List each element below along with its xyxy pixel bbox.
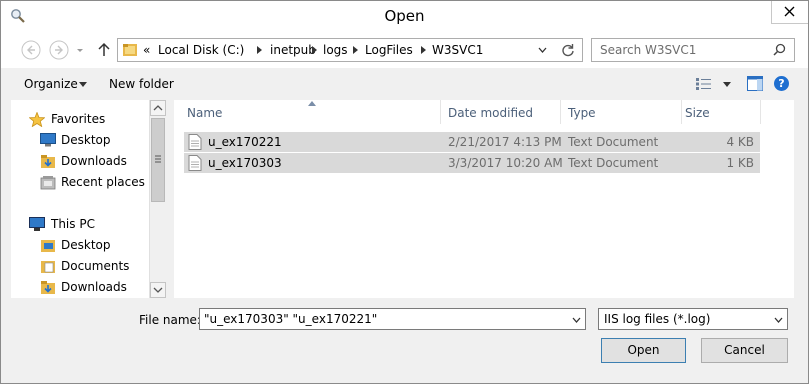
- file-type-select[interactable]: IIS log files (*.log): [598, 308, 788, 330]
- refresh-icon[interactable]: [561, 43, 575, 57]
- desktop-icon: [40, 133, 56, 147]
- open-button[interactable]: Open: [601, 338, 686, 363]
- open-dialog: Open « Local Disk (C:) inetpub logs LogF…: [0, 0, 809, 384]
- file-type: Text Document: [568, 156, 659, 170]
- text-document-icon: [188, 134, 202, 150]
- navigation-scrollbar[interactable]: [149, 100, 167, 298]
- chevron-right-icon[interactable]: [353, 46, 358, 54]
- chevron-down-icon: [153, 287, 163, 293]
- file-type: Text Document: [568, 135, 659, 149]
- grip-icon: [155, 155, 161, 163]
- new-folder-button[interactable]: New folder: [109, 77, 174, 91]
- close-button[interactable]: [771, 1, 808, 24]
- column-header-name-label: Name: [187, 106, 223, 120]
- file-name-field[interactable]: "u_ex170303" "u_ex170221": [199, 308, 586, 330]
- organize-button[interactable]: Organize: [24, 77, 78, 91]
- preview-pane-icon[interactable]: [747, 76, 763, 91]
- scroll-up-button[interactable]: [150, 100, 166, 116]
- file-name: u_ex170303: [208, 156, 282, 170]
- file-list: Name Date modified Type Size u_ex170221 …: [174, 100, 794, 298]
- back-icon[interactable]: [20, 39, 42, 61]
- recent-locations-dropdown-icon[interactable]: [75, 39, 85, 61]
- recent-places-icon: [40, 176, 56, 190]
- crumb-w3svc1[interactable]: W3SVC1: [432, 43, 483, 57]
- navigation-bar: « Local Disk (C:) inetpub logs LogFiles …: [1, 32, 808, 68]
- address-bar[interactable]: « Local Disk (C:) inetpub logs LogFiles …: [117, 38, 583, 62]
- crumb-local-disk[interactable]: Local Disk (C:): [158, 43, 244, 57]
- chevron-down-icon[interactable]: [572, 317, 581, 323]
- scroll-down-button[interactable]: [150, 282, 166, 298]
- file-name-value: "u_ex170303" "u_ex170221": [204, 312, 378, 326]
- desktop-folder-icon: [41, 240, 55, 252]
- nav-this-pc[interactable]: This PC: [11, 214, 151, 234]
- search-input[interactable]: Search W3SVC1: [591, 38, 795, 62]
- scrollbar-thumb[interactable]: [151, 118, 165, 202]
- chevron-down-icon[interactable]: [538, 47, 547, 53]
- star-icon: [29, 112, 45, 127]
- nav-documents-label: Documents: [61, 259, 130, 273]
- file-name: u_ex170221: [208, 135, 282, 149]
- nav-pc-desktop[interactable]: Desktop: [11, 235, 151, 255]
- cancel-button[interactable]: Cancel: [701, 338, 788, 363]
- column-header-date-label: Date modified: [448, 106, 534, 120]
- column-header-name[interactable]: Name: [174, 100, 441, 124]
- nav-favorites[interactable]: Favorites: [11, 109, 151, 129]
- window-title: Open: [384, 7, 425, 25]
- nav-pc-desktop-label: Desktop: [61, 238, 111, 252]
- nav-this-pc-label: This PC: [51, 217, 95, 231]
- crumb-logs[interactable]: logs: [323, 43, 348, 57]
- file-type-value: IIS log files (*.log): [604, 312, 711, 326]
- chevron-up-icon: [153, 105, 163, 111]
- documents-icon: [41, 261, 55, 273]
- text-document-icon: [188, 155, 202, 171]
- nav-favorites-label: Favorites: [51, 112, 106, 126]
- downloads-icon: [41, 281, 55, 294]
- chevron-right-icon[interactable]: [312, 46, 317, 54]
- search-placeholder: Search W3SVC1: [600, 43, 697, 57]
- chevron-down-icon[interactable]: [79, 82, 87, 87]
- nav-documents[interactable]: Documents: [11, 256, 151, 276]
- address-overflow[interactable]: «: [143, 43, 150, 57]
- view-options-icon[interactable]: [696, 78, 712, 90]
- chevron-right-icon[interactable]: [421, 46, 426, 54]
- column-header-size-label: Size: [685, 106, 710, 120]
- file-name-label: File name:: [139, 313, 201, 327]
- crumb-inetpub[interactable]: inetpub: [270, 43, 316, 57]
- command-bar: Organize New folder ?: [1, 68, 808, 100]
- nav-recent-places[interactable]: Recent places: [11, 172, 151, 192]
- sort-ascending-icon: [308, 101, 316, 106]
- file-date: 2/21/2017 4:13 PM: [448, 135, 562, 149]
- folder-icon: [123, 44, 137, 56]
- file-size: 4 KB: [726, 135, 754, 149]
- help-icon[interactable]: ?: [774, 76, 789, 91]
- column-header-date[interactable]: Date modified: [435, 100, 561, 124]
- chevron-down-icon: [774, 317, 783, 323]
- title-bar[interactable]: Open: [1, 1, 808, 32]
- nav-desktop[interactable]: Desktop: [11, 130, 151, 150]
- file-date: 3/3/2017 10:20 AM: [448, 156, 563, 170]
- nav-downloads-label: Downloads: [61, 154, 127, 168]
- up-arrow-icon[interactable]: [96, 39, 112, 61]
- column-header-size[interactable]: Size: [672, 100, 761, 124]
- chevron-down-icon[interactable]: [723, 82, 731, 87]
- file-size: 1 KB: [726, 156, 754, 170]
- crumb-logfiles[interactable]: LogFiles: [365, 43, 413, 57]
- column-header-type-label: Type: [568, 106, 596, 120]
- nav-recent-places-label: Recent places: [61, 175, 145, 189]
- navigation-pane: Favorites Desktop Downloads Recent place…: [11, 100, 166, 298]
- chevron-right-icon[interactable]: [257, 46, 262, 54]
- column-header-type[interactable]: Type: [555, 100, 682, 124]
- downloads-icon: [41, 155, 55, 168]
- nav-pc-downloads-label: Downloads: [61, 280, 127, 294]
- nav-desktop-label: Desktop: [61, 133, 111, 147]
- forward-icon[interactable]: [48, 39, 70, 61]
- computer-icon: [29, 217, 45, 231]
- nav-pc-downloads[interactable]: Downloads: [11, 277, 151, 297]
- file-row[interactable]: u_ex170303 3/3/2017 10:20 AM Text Docume…: [184, 153, 760, 173]
- close-icon: [784, 6, 795, 17]
- nav-downloads[interactable]: Downloads: [11, 151, 151, 171]
- search-icon[interactable]: [773, 43, 786, 56]
- file-row[interactable]: u_ex170221 2/21/2017 4:13 PM Text Docume…: [184, 132, 760, 152]
